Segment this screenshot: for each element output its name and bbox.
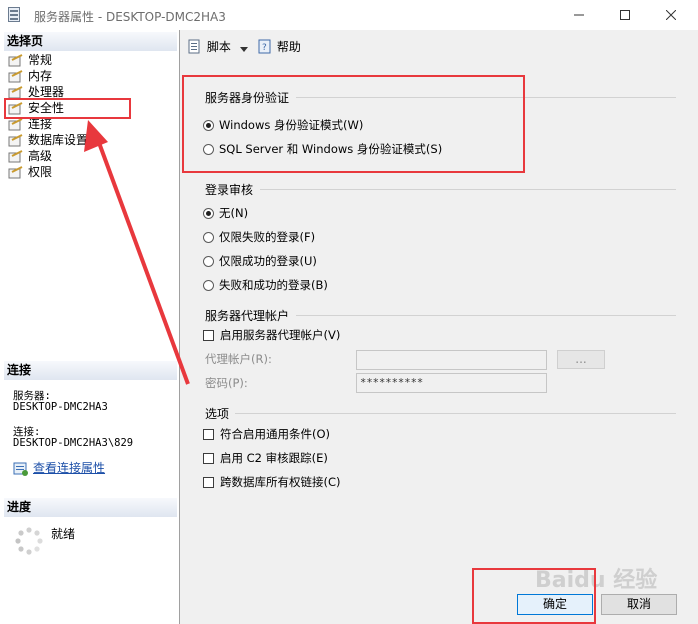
annotation-arrow-icon bbox=[84, 120, 190, 385]
